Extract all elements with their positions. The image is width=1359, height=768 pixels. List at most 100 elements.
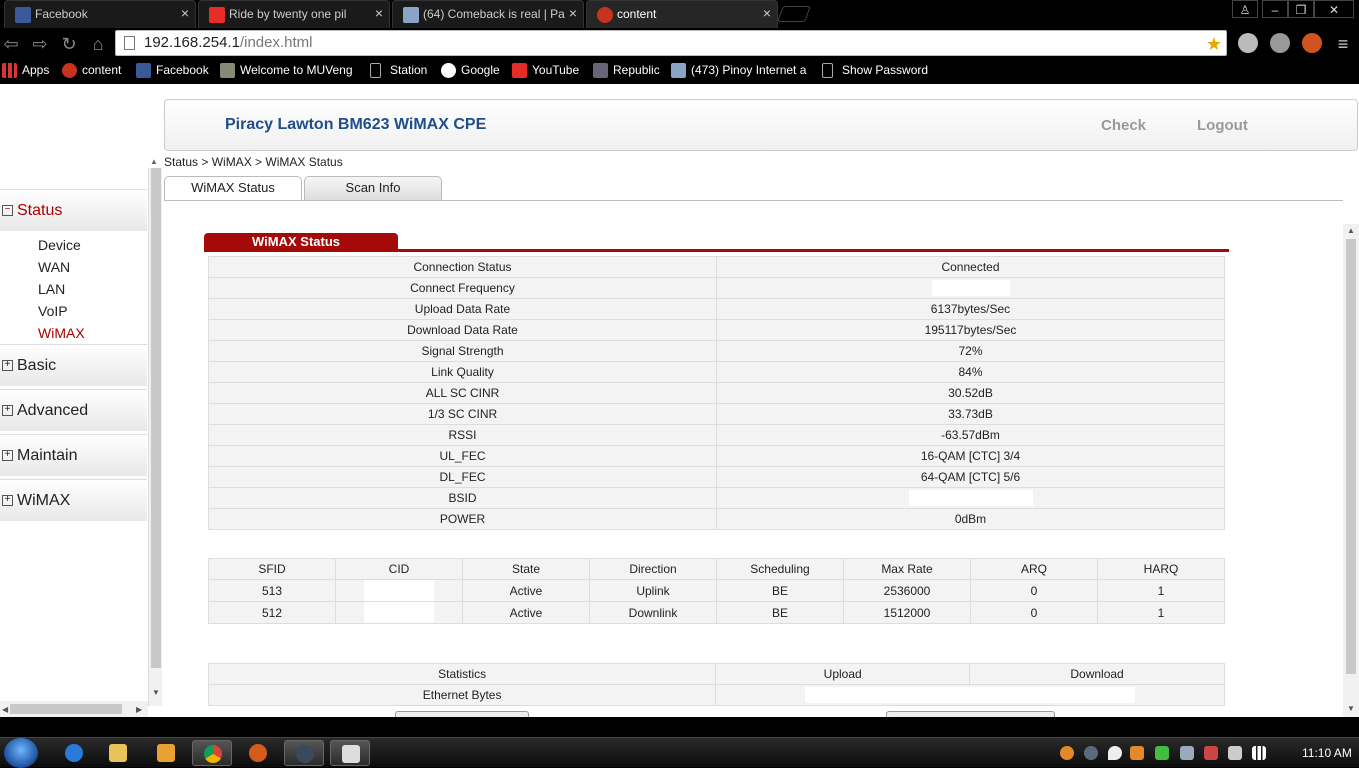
scrollbar-thumb[interactable] [10,704,122,714]
scroll-down-arrow-icon[interactable]: ▼ [1347,704,1355,713]
minimize-button[interactable]: – [1262,0,1288,18]
scrollbar-thumb[interactable] [151,168,161,668]
bookmark-facebook[interactable]: Facebook [136,63,209,78]
bookmark-muveng[interactable]: Welcome to MUVeng [220,63,353,78]
submenu-voip[interactable]: VoIP [0,300,147,322]
status-value: 16-QAM [CTC] 3/4 [716,445,1225,467]
browser-tab-strip: Facebook × Ride by twenty one pil × (64)… [0,0,1359,28]
bookmark-pinoy[interactable]: (473) Pinoy Internet a [671,63,807,78]
extension-shield-icon[interactable] [1302,33,1322,53]
scroll-down-arrow-icon[interactable]: ▼ [152,688,160,697]
taskbar-ie[interactable] [54,740,94,766]
new-tab-button[interactable] [777,6,811,22]
taskbar-steam[interactable] [284,740,324,766]
right-vertical-scrollbar[interactable]: ▲ ▼ [1343,224,1359,717]
scrollbar-thumb[interactable] [1346,239,1356,674]
taskbar-chrome[interactable] [192,740,232,766]
status-value [716,487,1225,509]
close-icon[interactable]: × [763,5,771,21]
flag-icon[interactable] [1155,746,1169,760]
taskbar-explorer[interactable] [98,740,138,766]
table-row: Download Data Rate 195117bytes/Sec [208,319,1225,341]
scroll-up-arrow-icon[interactable]: ▲ [1347,226,1355,235]
menu-advanced[interactable]: + Advanced [0,389,147,431]
bookmark-station[interactable]: Station [370,63,428,78]
close-icon[interactable]: × [569,5,577,21]
audio-app-icon[interactable] [1130,746,1144,760]
bookmark-star-icon[interactable]: ★ [1206,32,1222,56]
status-value: 0dBm [716,508,1225,530]
tray-app-icon[interactable] [1060,746,1074,760]
taskbar-media[interactable] [146,740,186,766]
menu-basic[interactable]: + Basic [0,344,147,386]
logout-link[interactable]: Logout [1197,117,1248,134]
usb-icon[interactable] [1180,746,1194,760]
restore-button[interactable]: ❐ [1288,0,1314,18]
scroll-left-arrow-icon[interactable]: ◀ [2,705,8,714]
column-header: Max Rate [843,558,971,580]
address-bar[interactable]: 192.168.254.1/index.html ★ [115,30,1227,56]
tab-scan-info[interactable]: Scan Info [304,176,442,200]
bookmark-label: Republic [613,63,660,77]
profile-icon[interactable]: ♙ [1232,0,1258,18]
menu-status[interactable]: − Status [0,189,147,231]
bookmarks-bar: Apps content Facebook Welcome to MUVeng … [0,58,1359,84]
menu-maintain[interactable]: + Maintain [0,434,147,476]
disconnect-button[interactable] [886,711,1055,717]
bookmark-label: (473) Pinoy Internet a [691,63,807,77]
submenu-wan[interactable]: WAN [0,256,147,278]
back-arrow-icon[interactable]: ⇦ [0,33,22,55]
bookmark-youtube[interactable]: YouTube [512,63,579,78]
forward-arrow-icon[interactable]: ⇨ [29,33,51,55]
bookmark-label: Facebook [156,63,209,77]
browser-tab-comeback[interactable]: (64) Comeback is real | Pa × [392,0,584,28]
network-icon[interactable] [1252,746,1266,760]
connect-button[interactable] [395,711,529,717]
extension-icon[interactable] [1238,33,1258,53]
bookmark-apps[interactable]: Apps [2,63,49,78]
bookmark-content[interactable]: content [62,63,121,78]
window-close-button[interactable]: ✕ [1314,0,1354,18]
browser-tab-content[interactable]: content × [586,0,778,28]
steam-tray-icon[interactable] [1084,746,1098,760]
check-link[interactable]: Check [1101,117,1146,134]
clock[interactable]: 11:10 AM [1302,746,1352,760]
start-button[interactable] [4,738,38,768]
home-icon[interactable]: ⌂ [87,33,109,55]
table-cell: Active [462,579,590,602]
section-title: WiMAX Status [204,233,398,250]
table-row: Ethernet Bytes [207,684,1225,706]
left-vertical-scrollbar[interactable]: ▼ [148,168,162,706]
drop-icon[interactable] [1108,746,1122,760]
volume-icon[interactable] [1228,746,1242,760]
bookmark-republic[interactable]: Republic [593,63,660,78]
scroll-up-arrow-icon[interactable]: ▲ [150,157,158,166]
browser-tab-facebook[interactable]: Facebook × [4,0,196,28]
close-icon[interactable]: × [181,5,189,21]
menu-icon[interactable]: ≡ [1332,33,1354,55]
tab-wimax-status[interactable]: WiMAX Status [164,176,302,202]
bookmark-label: Station [390,63,428,77]
bookmark-show-password[interactable]: Show Password [822,63,928,78]
menu-wimax[interactable]: + WiMAX [0,479,147,521]
browser-tab-youtube[interactable]: Ride by twenty one pil × [198,0,390,28]
statistics-table: Statistics Upload Download Ethernet Byte… [207,663,1225,706]
table-cell: 0 [970,579,1098,602]
taskbar-app[interactable] [238,740,278,766]
action-center-icon[interactable] [1204,746,1218,760]
reload-icon[interactable]: ↻ [58,33,80,55]
submenu-device[interactable]: Device [0,234,147,256]
page-icon [822,63,833,78]
wimax-status-table: Connection Status Connected Connect Freque… [208,256,1225,530]
submenu-wimax[interactable]: WiMAX [0,322,147,344]
submenu-lan[interactable]: LAN [0,278,147,300]
scroll-right-arrow-icon[interactable]: ▶ [136,705,142,714]
bookmark-google[interactable]: Google [441,63,500,78]
close-icon[interactable]: × [375,5,383,21]
status-value: 33.73dB [716,403,1225,425]
globe-icon[interactable] [1270,33,1290,53]
table-row: Link Quality 84% [208,361,1225,383]
taskbar-window[interactable] [330,740,370,766]
left-horizontal-scrollbar[interactable]: ◀ ▶ [0,701,148,717]
router-page: − Status Device WAN LAN VoIP WiMAX + Bas… [0,84,1359,717]
